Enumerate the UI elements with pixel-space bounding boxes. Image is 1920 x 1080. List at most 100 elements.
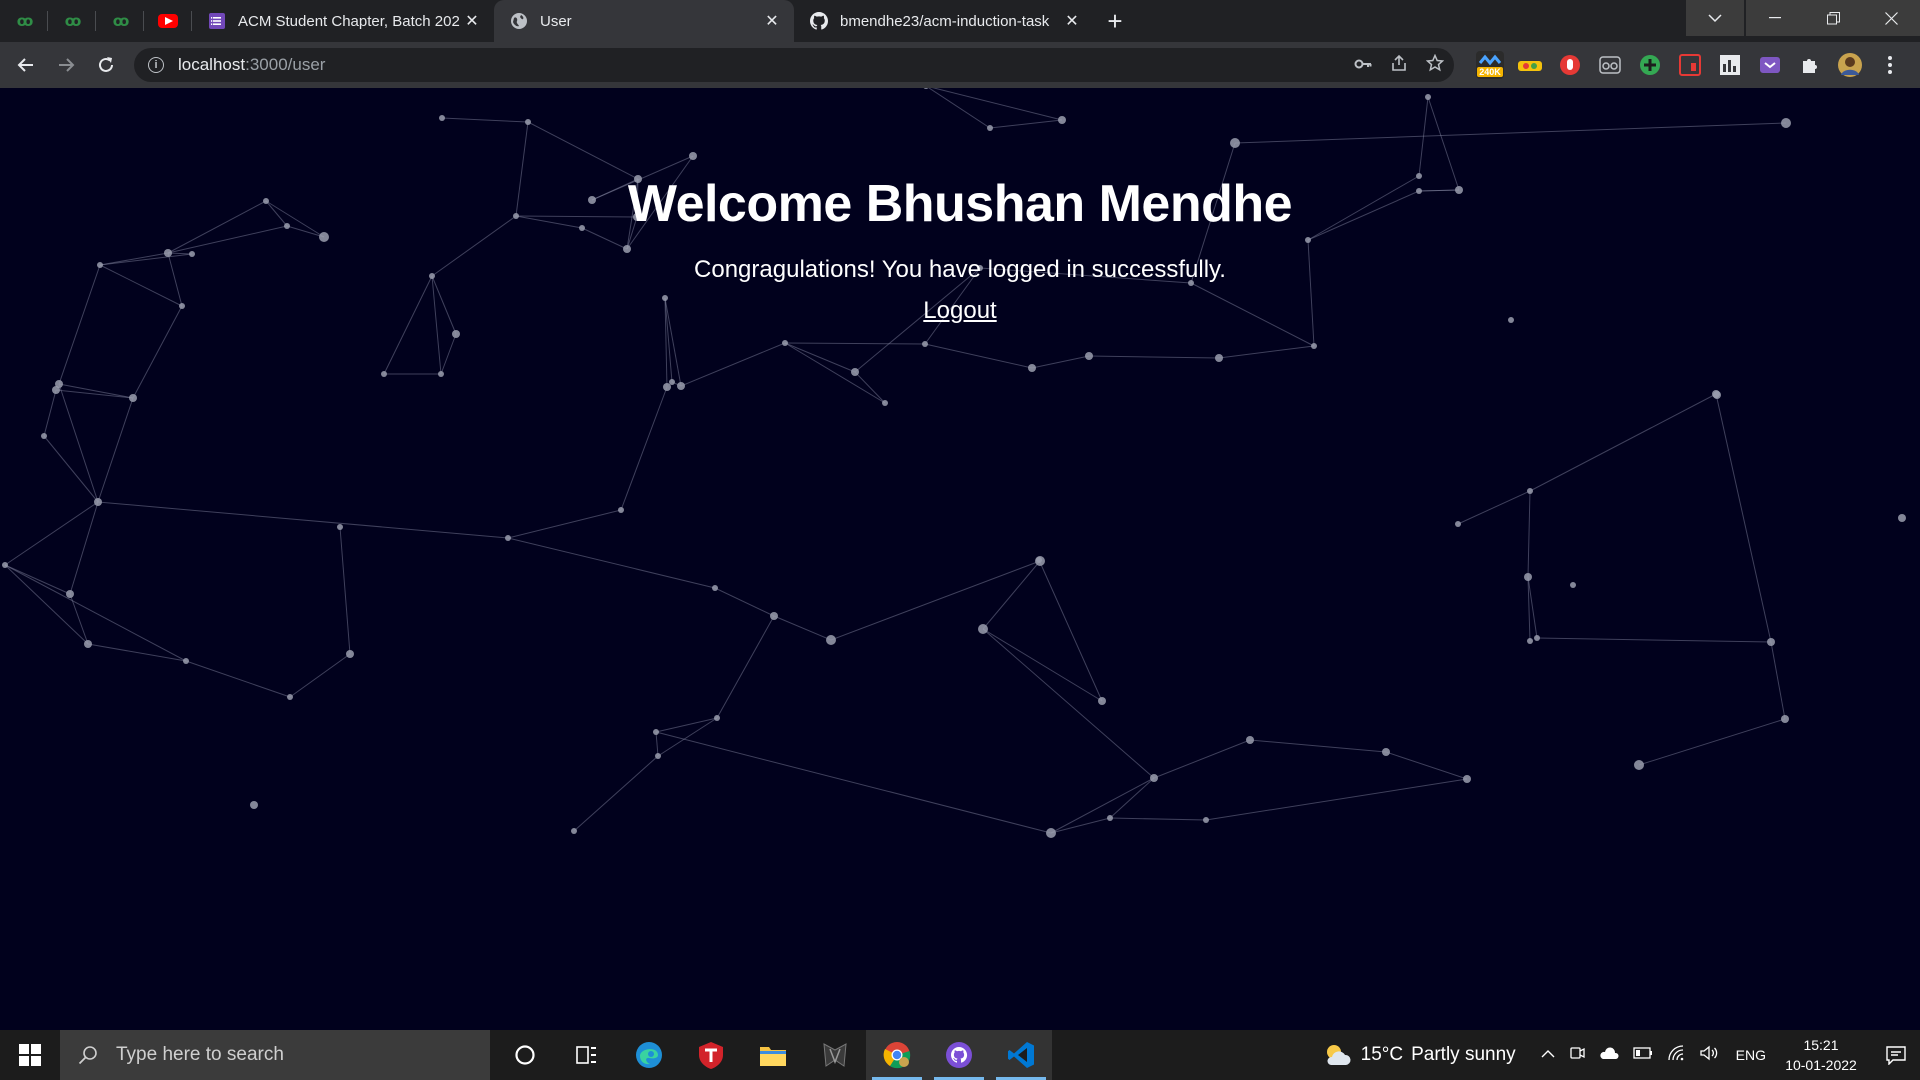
taskbar-file-explorer[interactable]: [742, 1030, 804, 1080]
network-node: [677, 382, 685, 390]
pinned-tab-geeksforgeeks-1[interactable]: ꝏ: [0, 0, 48, 42]
tab-search-button[interactable]: [1686, 0, 1744, 36]
network-node: [381, 371, 387, 377]
close-tab-icon[interactable]: ✕: [1062, 11, 1082, 31]
network-link: [1038, 559, 1103, 702]
network-node: [1311, 343, 1317, 349]
url-text[interactable]: localhost:3000/user: [178, 55, 325, 75]
extension-plus-icon[interactable]: [1636, 51, 1664, 79]
task-view-button[interactable]: [556, 1030, 618, 1080]
minimize-button[interactable]: [1746, 0, 1804, 36]
site-info-icon[interactable]: i: [148, 57, 164, 73]
extension-glasses-icon[interactable]: [1596, 51, 1624, 79]
network-node: [1527, 638, 1533, 644]
input-language[interactable]: ENG: [1736, 1047, 1766, 1063]
network-node: [655, 753, 661, 759]
network-link: [1050, 817, 1111, 834]
pinned-tab-youtube[interactable]: [144, 0, 192, 42]
network-link: [97, 501, 509, 539]
network-link: [87, 643, 187, 662]
taskbar-github-desktop[interactable]: [928, 1030, 990, 1080]
key-icon[interactable]: [1354, 55, 1372, 75]
volume-icon[interactable]: [1699, 1045, 1719, 1066]
cortana-button[interactable]: [494, 1030, 556, 1080]
network-node: [1215, 354, 1223, 362]
profile-avatar[interactable]: [1836, 51, 1864, 79]
tab-title: bmendhe23/acm-induction-task: [840, 12, 1050, 30]
network-link: [1457, 490, 1531, 525]
url-host: localhost: [178, 55, 246, 74]
network-node: [94, 498, 102, 506]
github-icon: [810, 12, 828, 30]
close-window-button[interactable]: [1862, 0, 1920, 36]
network-node: [452, 330, 460, 338]
forward-button[interactable]: [46, 45, 86, 85]
pinned-tab-geeksforgeeks-2[interactable]: ꝏ: [48, 0, 96, 42]
network-node: [1781, 715, 1789, 723]
network-node: [41, 433, 47, 439]
network-link: [655, 731, 1052, 834]
arrow-left-icon: [17, 58, 33, 72]
taskbar-vscode[interactable]: [990, 1030, 1052, 1080]
tab-acm-student-chapter[interactable]: ACM Student Chapter, Batch 202 ✕: [192, 0, 494, 42]
extension-hand-icon[interactable]: [1556, 51, 1584, 79]
onedrive-cloud-icon[interactable]: [1599, 1046, 1619, 1065]
weather-condition: Partly sunny: [1411, 1044, 1516, 1065]
network-link: [1385, 751, 1468, 780]
network-link: [655, 731, 659, 757]
omnibox-actions: [1354, 48, 1445, 82]
network-link: [1715, 393, 1772, 643]
network-node: [689, 152, 697, 160]
start-button[interactable]: [0, 1030, 60, 1080]
taskbar-search-box[interactable]: Type here to search: [60, 1030, 490, 1080]
network-link: [43, 435, 99, 503]
logout-link[interactable]: Logout: [923, 297, 996, 324]
share-icon[interactable]: [1390, 54, 1408, 77]
extension-purple-icon[interactable]: [1756, 51, 1784, 79]
weather-widget[interactable]: 15°C Partly sunny: [1323, 1043, 1516, 1067]
taskbar-chrome[interactable]: [866, 1030, 928, 1080]
tab-github-repo[interactable]: bmendhe23/acm-induction-task ✕: [794, 0, 1094, 42]
meet-now-icon[interactable]: [1569, 1045, 1585, 1066]
battery-icon[interactable]: [1633, 1046, 1653, 1064]
taskbar-edge[interactable]: [618, 1030, 680, 1080]
new-tab-button[interactable]: +: [1094, 0, 1136, 42]
network-node: [1634, 760, 1644, 770]
network-node: [882, 400, 888, 406]
tab-user[interactable]: User ✕: [494, 0, 794, 42]
network-node: [1046, 828, 1056, 838]
extension-colorful-icon[interactable]: [1516, 51, 1544, 79]
network-link: [383, 275, 433, 375]
extension-240k-icon[interactable]: 240K: [1476, 51, 1504, 79]
github-desktop-icon: [946, 1042, 972, 1068]
bookmark-star-icon[interactable]: [1425, 53, 1445, 77]
close-tab-icon[interactable]: ✕: [462, 11, 482, 31]
address-bar[interactable]: i localhost:3000/user: [134, 48, 1454, 82]
cortana-circle-icon: [515, 1045, 535, 1065]
back-button[interactable]: [6, 45, 46, 85]
extension-chart-icon[interactable]: [1716, 51, 1744, 79]
network-node: [1425, 94, 1431, 100]
pinned-tab-geeksforgeeks-3[interactable]: ꝏ: [96, 0, 144, 42]
chevron-up-icon[interactable]: [1541, 1046, 1555, 1064]
wifi-icon[interactable]: [1667, 1044, 1685, 1066]
network-node: [922, 341, 928, 347]
minimize-icon: [1769, 17, 1781, 19]
taskbar-clock[interactable]: 15:21 10-01-2022: [1782, 1035, 1860, 1075]
menu-kebab-icon[interactable]: [1876, 51, 1904, 79]
extension-red-square-icon[interactable]: [1676, 51, 1704, 79]
network-node: [337, 524, 343, 530]
reload-button[interactable]: [86, 45, 126, 85]
restore-button[interactable]: [1804, 0, 1862, 36]
network-node: [770, 612, 778, 620]
close-tab-icon[interactable]: ✕: [762, 11, 782, 31]
network-link: [1770, 641, 1786, 720]
close-icon: [1884, 11, 1898, 25]
taskbar-todoist[interactable]: [680, 1030, 742, 1080]
network-link: [989, 119, 1063, 129]
action-center-button[interactable]: [1872, 1030, 1920, 1080]
network-link: [4, 564, 71, 595]
network-link: [1050, 777, 1155, 834]
taskbar-predator-app[interactable]: [804, 1030, 866, 1080]
extensions-puzzle-icon[interactable]: [1796, 51, 1824, 79]
